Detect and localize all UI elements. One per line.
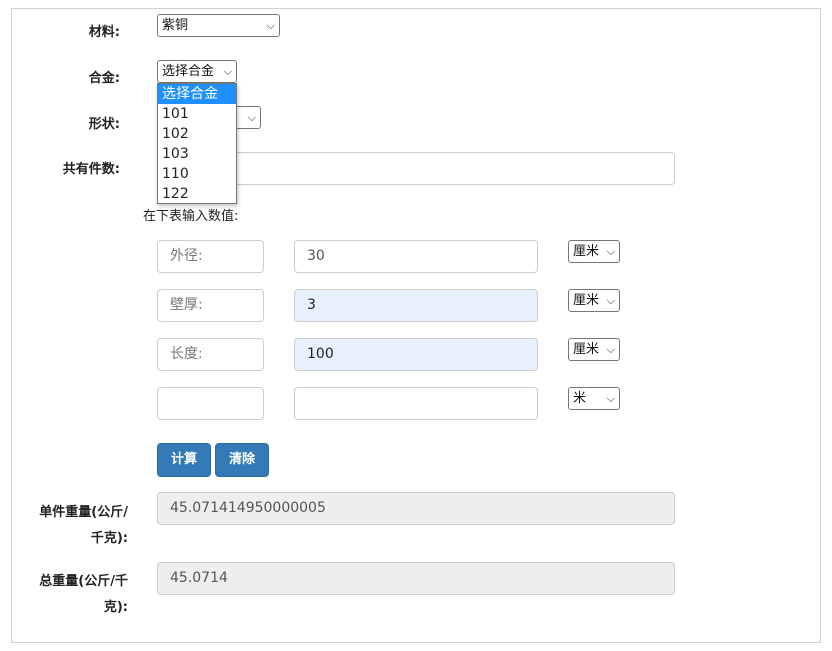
- param-value-input[interactable]: 30: [294, 240, 538, 273]
- alloy-option[interactable]: 103: [158, 144, 236, 164]
- unit-select-value: 米: [573, 391, 587, 406]
- param-value-input[interactable]: [294, 387, 538, 420]
- alloy-option[interactable]: 102: [158, 124, 236, 144]
- chevron-down-icon: ⌵: [223, 65, 232, 78]
- alloy-select[interactable]: 选择合金 ⌵: [157, 60, 237, 83]
- unit-select[interactable]: 厘米 ⌵: [568, 289, 620, 312]
- chevron-down-icon: ⌵: [606, 392, 615, 405]
- unit-weight-label-line1: 单件重量(公斤/: [39, 505, 128, 520]
- total-weight-label: 总重量(公斤/千 克):: [20, 569, 128, 621]
- unit-select[interactable]: 厘米 ⌵: [568, 338, 620, 361]
- chevron-down-icon: ⌵: [606, 294, 615, 307]
- unit-select-value: 厘米: [573, 293, 600, 308]
- unit-select[interactable]: 米 ⌵: [568, 387, 620, 410]
- total-weight-label-line2: 克):: [103, 600, 128, 615]
- alloy-select-value: 选择合金: [162, 64, 215, 79]
- calculate-button[interactable]: 计算: [157, 443, 211, 477]
- alloy-dropdown-list: 选择合金 101 102 103 110 122: [157, 83, 237, 204]
- unit-weight-label-line2: 千克):: [90, 531, 128, 546]
- input-hint: 在下表输入数值:: [143, 209, 239, 224]
- alloy-option[interactable]: 110: [158, 164, 236, 184]
- unit-select-value: 厘米: [573, 244, 600, 259]
- param-value-input[interactable]: 3: [294, 289, 538, 322]
- unit-weight-label: 单件重量(公斤/ 千克):: [20, 500, 128, 552]
- clear-button[interactable]: 清除: [215, 443, 269, 477]
- param-name-field[interactable]: [157, 387, 264, 420]
- param-name-field[interactable]: 外径:: [157, 240, 264, 273]
- calculator-panel: [11, 8, 821, 643]
- material-label: 材料:: [88, 25, 120, 40]
- total-weight-label-line1: 总重量(公斤/千: [39, 574, 128, 589]
- total-weight-output: 45.0714: [157, 562, 675, 595]
- shape-label: 形状:: [88, 117, 120, 132]
- alloy-option[interactable]: 选择合金: [158, 84, 236, 104]
- unit-weight-output: 45.071414950000005: [157, 492, 675, 525]
- material-select-value: 紫铜: [162, 18, 189, 33]
- count-label: 共有件数:: [62, 162, 120, 177]
- chevron-down-icon: ⌵: [266, 19, 275, 32]
- alloy-option[interactable]: 122: [158, 184, 236, 204]
- unit-select-value: 厘米: [573, 342, 600, 357]
- alloy-label: 合金:: [88, 71, 120, 86]
- chevron-down-icon: ⌵: [247, 111, 256, 124]
- unit-select[interactable]: 厘米 ⌵: [568, 240, 620, 263]
- material-select[interactable]: 紫铜 ⌵: [157, 14, 280, 37]
- chevron-down-icon: ⌵: [606, 343, 615, 356]
- param-name-field[interactable]: 长度:: [157, 338, 264, 371]
- chevron-down-icon: ⌵: [606, 245, 615, 258]
- alloy-option[interactable]: 101: [158, 104, 236, 124]
- param-name-field[interactable]: 壁厚:: [157, 289, 264, 322]
- param-value-input[interactable]: 100: [294, 338, 538, 371]
